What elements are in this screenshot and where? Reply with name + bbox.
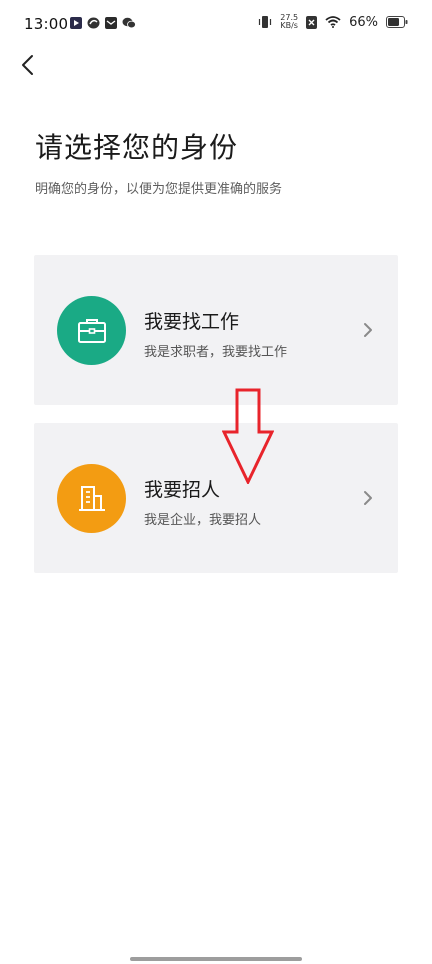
chevron-right-icon	[364, 323, 372, 337]
building-icon	[78, 485, 105, 511]
vibrate-icon	[259, 16, 272, 28]
network-speed: 27.5 KB/s	[280, 14, 298, 30]
back-arrow-icon	[22, 55, 33, 75]
status-bar: 13:00 27.5 KB/s 66%	[0, 0, 432, 52]
battery-percent: 66%	[349, 14, 378, 30]
employer-icon-circle	[57, 464, 126, 533]
employer-card[interactable]: 我要招人 我是企业，我要招人	[34, 423, 398, 573]
chevron-right-icon	[364, 491, 372, 505]
employer-description: 我是企业，我要招人	[144, 513, 262, 528]
mail-icon	[105, 17, 117, 29]
status-time: 13:00	[24, 15, 69, 33]
job-seeker-title: 我要找工作	[144, 311, 240, 333]
back-button[interactable]	[16, 50, 38, 80]
no-sim-icon	[306, 15, 318, 29]
network-speed-unit: KB/s	[280, 21, 298, 30]
battery-icon	[386, 16, 408, 28]
wechat-icon	[122, 17, 136, 29]
wifi-icon	[325, 16, 341, 28]
notification-icons	[70, 17, 136, 29]
play-store-icon	[70, 17, 82, 29]
status-right: 27.5 KB/s 66%	[258, 14, 408, 30]
job-seeker-icon-circle	[57, 296, 126, 365]
page-title: 请选择您的身份	[35, 131, 239, 164]
job-seeker-card[interactable]: 我要找工作 我是求职者，我要找工作	[34, 255, 398, 405]
job-seeker-description: 我是求职者，我要找工作	[144, 345, 288, 360]
annotation-down-arrow	[222, 388, 274, 484]
page-subtitle: 明确您的身份，以便为您提供更准确的服务	[35, 182, 283, 197]
sync-icon	[87, 17, 100, 29]
employer-title: 我要招人	[144, 479, 221, 501]
briefcase-icon	[77, 318, 106, 343]
home-indicator[interactable]	[130, 957, 302, 961]
